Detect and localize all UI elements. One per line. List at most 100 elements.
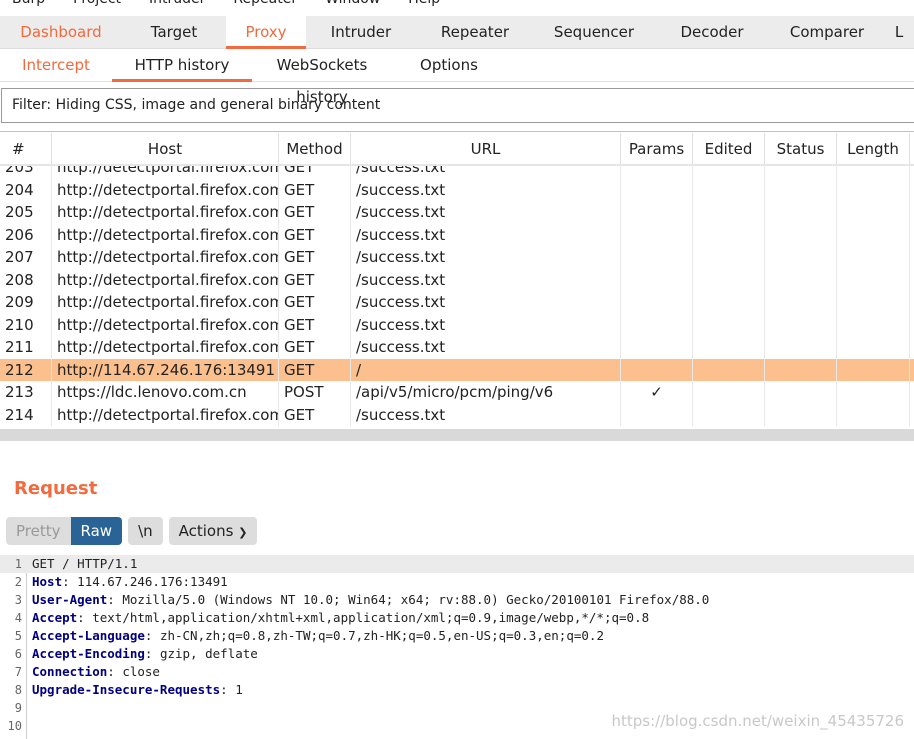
cell-params [621, 313, 693, 336]
table-row[interactable]: 208 http://detectportal.firefox.com GET/su… [0, 268, 914, 291]
cell-url: /success.txt [351, 246, 621, 269]
header-name: Accept [32, 610, 78, 625]
http-history-table: # Host Method URL Params Edited Status Length 2… [0, 131, 914, 429]
cell-method: GET [279, 178, 351, 201]
column-header-number[interactable]: # [0, 133, 52, 164]
cell-url: /success.txt [351, 223, 621, 246]
cell-host: http://detectportal.firefox.com [52, 246, 279, 269]
menu-repeater[interactable]: Repeater [233, 0, 297, 8]
cell-method: GET [279, 268, 351, 291]
cell-length [837, 358, 910, 381]
table-row[interactable]: 205 http://detectportal.firefox.com GET/su… [0, 201, 914, 224]
cell-number: 209 [0, 291, 52, 314]
editor-line: 8 Upgrade-Insecure-Requests: 1 [0, 681, 914, 699]
tab-intruder[interactable]: Intruder [306, 16, 416, 49]
cell-params [621, 291, 693, 314]
cell-params [621, 178, 693, 201]
menu-window[interactable]: Window [325, 0, 380, 8]
actions-button[interactable]: Actions ❯ [168, 517, 258, 545]
cell-edited [693, 246, 765, 269]
line-number: 2 [14, 575, 22, 589]
cell-length [837, 178, 910, 201]
menu-help[interactable]: Help [408, 0, 440, 8]
cell-url: /success.txt [351, 201, 621, 224]
column-header-method[interactable]: Method [279, 133, 351, 164]
cell-url: / [351, 358, 621, 381]
table-row[interactable]: 210 http://detectportal.firefox.com GET/su… [0, 313, 914, 336]
tab-comparer[interactable]: Comparer [770, 16, 884, 49]
cell-status [765, 246, 837, 269]
tab-l[interactable]: L [884, 16, 914, 49]
cell-url: /api/v5/micro/pcm/ping/v6 [351, 381, 621, 404]
cell-status [765, 336, 837, 359]
table-row[interactable]: 204 http://detectportal.firefox.com GET/su… [0, 178, 914, 201]
cell-number: 212 [0, 358, 52, 381]
editor-line: 6 Accept-Encoding: gzip, deflate [0, 645, 914, 663]
cell-method: GET [279, 201, 351, 224]
subtab-intercept[interactable]: Intercept [0, 49, 112, 82]
line-content: GET / HTTP/1.1 [32, 555, 137, 573]
column-header-params[interactable]: Params [621, 133, 693, 164]
table-row[interactable]: 206 http://detectportal.firefox.com GET/su… [0, 223, 914, 246]
editor-line: 2 Host: 114.67.246.176:13491 [0, 573, 914, 591]
menu-burp[interactable]: Burp [12, 0, 45, 8]
line-number: 8 [14, 683, 22, 697]
filter-bar[interactable]: Filter: Hiding CSS, image and general bi… [1, 88, 914, 123]
table-row[interactable]: 214 http://detectportal.firefox.com GET/su… [0, 403, 914, 426]
header-value: Mozilla/5.0 (Windows NT 10.0; Win64; x64… [122, 592, 710, 607]
editor-toolbar: Pretty Raw \n Actions ❯ [6, 517, 258, 545]
header-name: Upgrade-Insecure-Requests [32, 682, 221, 697]
main-tabs: Dashboard Target Proxy Intruder Repeater Sequ… [0, 16, 914, 49]
column-header-edited[interactable]: Edited [693, 133, 765, 164]
cell-edited [693, 403, 765, 426]
table-row[interactable]: 211 http://detectportal.firefox.com GET/su… [0, 336, 914, 359]
cell-host: http://detectportal.firefox.com [52, 178, 279, 201]
newline-toggle-button[interactable]: \n [128, 517, 163, 545]
cell-number: 207 [0, 246, 52, 269]
cell-params [621, 223, 693, 246]
cell-status [765, 291, 837, 314]
tab-decoder[interactable]: Decoder [654, 16, 770, 49]
horizontal-scrollbar[interactable] [0, 429, 914, 441]
tab-proxy[interactable]: Proxy [226, 16, 306, 49]
cell-length [837, 403, 910, 426]
column-header-status[interactable]: Status [765, 133, 837, 164]
cell-edited [693, 201, 765, 224]
menu-intruder[interactable]: Intruder [149, 0, 205, 8]
subtab-websockets-history[interactable]: WebSockets history [252, 49, 392, 106]
table-row[interactable]: 209 http://detectportal.firefox.com GET/su… [0, 291, 914, 314]
column-header-url[interactable]: URL [351, 133, 621, 164]
table-row[interactable]: 207 http://detectportal.firefox.com GET/su… [0, 246, 914, 269]
cell-params [621, 336, 693, 359]
header-name: User-Agent [32, 592, 108, 607]
tab-sequencer[interactable]: Sequencer [534, 16, 654, 49]
column-header-length[interactable]: Length [837, 133, 910, 164]
tab-repeater[interactable]: Repeater [416, 16, 534, 49]
header-name: Connection [32, 664, 108, 679]
line-number: 4 [14, 611, 22, 625]
pretty-button[interactable]: Pretty [6, 517, 71, 545]
tab-dashboard[interactable]: Dashboard [0, 16, 122, 49]
view-toggle: Pretty Raw [6, 517, 123, 545]
table-row[interactable]: 213 https://ldc.lenovo.com.cn POST/api/v5/… [0, 381, 914, 404]
table-row[interactable]: 212 http://114.67.246.176:13491 GET / [0, 358, 914, 381]
raw-button[interactable]: Raw [70, 517, 123, 545]
subtab-http-history[interactable]: HTTP history [112, 49, 252, 82]
tab-target[interactable]: Target [122, 16, 226, 49]
cell-method: GET [279, 246, 351, 269]
cell-url: /success.txt [351, 268, 621, 291]
cell-number: 210 [0, 313, 52, 336]
editor-line: 4 Accept: text/html,application/xhtml+xml… [0, 609, 914, 627]
cell-number: 205 [0, 201, 52, 224]
subtab-options[interactable]: Options [392, 49, 506, 82]
header-value: zh-CN,zh;q=0.8,zh-TW;q=0.7,zh-HK;q=0.5,e… [159, 628, 604, 643]
cell-edited [693, 358, 765, 381]
column-header-host[interactable]: Host [52, 133, 279, 164]
proxy-subtabs: Intercept HTTP history WebSockets history O… [0, 49, 914, 106]
header-name: Accept-Language [32, 628, 145, 643]
header-name: Host [32, 574, 63, 589]
header-value: gzip, deflate [159, 646, 258, 661]
menubar: Burp Project Intruder Repeater Window Help [0, 0, 456, 8]
cell-params [621, 358, 693, 381]
menu-project[interactable]: Project [73, 0, 121, 8]
